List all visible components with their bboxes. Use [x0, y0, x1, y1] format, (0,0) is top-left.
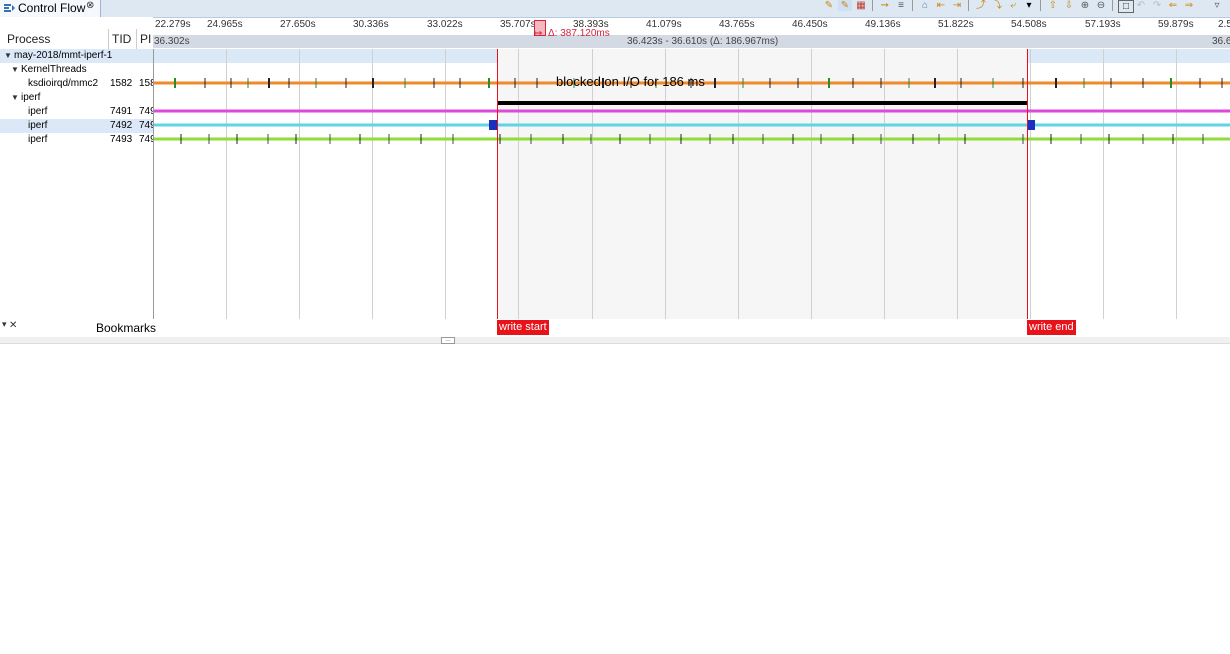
process-name: iperf [28, 134, 48, 145]
timegraph-svg [153, 49, 1230, 319]
tick-label: 35.707s [500, 19, 536, 30]
control-flow-view: Control Flow ⊗ ✎ ✎ ▦ ➙ ≡ ⌂ ⇤ ⇥ ⤴ ⤵ ⤶ ▾ ⇧… [0, 0, 1230, 345]
tab-control-flow[interactable]: Control Flow ⊗ [0, 0, 101, 17]
sash-handle[interactable]: … [441, 337, 455, 344]
delta-label: Δ: 387.120ms [548, 28, 610, 39]
tid-cell: 7493 [110, 134, 133, 145]
arrow-up-icon[interactable]: ⇧ [1046, 0, 1060, 11]
view-toolbar: ✎ ✎ ▦ ➙ ≡ ⌂ ⇤ ⇥ ⤴ ⤵ ⤶ ▾ ⇧ ⇩ ⊕ ⊖ □ ↶ ↷ ⇐ … [818, 0, 1230, 13]
close-icon[interactable]: ✕ [9, 320, 17, 331]
tree-row[interactable]: ▼ may-2018/mmt-iperf-1 [0, 49, 153, 63]
column-pid[interactable]: PID [140, 32, 152, 46]
tick-label: 57.193s [1085, 19, 1121, 30]
zoom-out-icon[interactable]: ⊖ [1094, 0, 1108, 11]
tick-label: 51.822s [938, 19, 974, 30]
process-name: KernelThreads [21, 64, 87, 75]
process-name: iperf [28, 106, 48, 117]
bookmark-previous-icon[interactable]: ⇐ [1166, 0, 1180, 11]
tid-cell: 7491 [110, 106, 133, 117]
process-name: may-2018/mmt-iperf-1 [14, 50, 113, 61]
optimize-icon[interactable]: ✎ [838, 0, 852, 11]
annotation-text: blocked on I/O for 186 ms [556, 74, 705, 89]
forward-icon[interactable]: ↷ [1150, 0, 1164, 11]
tick-label: 59.879s [1158, 19, 1194, 30]
back-icon[interactable]: ↶ [1134, 0, 1148, 11]
pid-cell: 1582 [139, 78, 153, 89]
view-sash[interactable]: … [0, 337, 1230, 344]
previous-event-icon[interactable]: ⇤ [934, 0, 948, 11]
pid-cell: 7491 [139, 106, 153, 117]
view-menu-icon[interactable]: ▿ [1210, 0, 1224, 11]
tick-label: 22.279s [155, 19, 191, 30]
tree-row[interactable]: ksdioirqd/mmc2 1582 1582 [0, 77, 153, 91]
expand-toggle-icon[interactable]: ▼ [4, 49, 12, 63]
tick-label: 54.508s [1011, 19, 1047, 30]
expand-toggle-icon[interactable]: ▼ [11, 91, 19, 105]
tab-label: Control Flow [18, 1, 86, 15]
show-arrows-icon[interactable]: ➙ [878, 0, 892, 11]
expand-toggle-icon[interactable]: ▼ [11, 63, 19, 77]
tid-cell: 7492 [110, 120, 133, 131]
control-flow-icon [4, 4, 15, 12]
tick-label: 33.022s [427, 19, 463, 30]
marker-write-start[interactable]: write start [497, 320, 549, 335]
column-tid[interactable]: TID [112, 32, 131, 46]
pid-cell: 7492 [139, 120, 153, 131]
time-range-strip[interactable]: 36.302s 36.423s - 36.610s (Δ: 186.967ms)… [153, 35, 1230, 48]
select-previous-icon[interactable]: ⤴ [974, 0, 988, 11]
bookmarks-label: Bookmarks [96, 321, 157, 335]
process-name: ksdioirqd/mmc2 [28, 78, 99, 89]
reset-scale-icon[interactable]: ⌂ [918, 0, 932, 11]
pin-view-icon[interactable]: □ [1118, 0, 1134, 13]
chevron-down-icon[interactable]: ▾ [2, 319, 7, 330]
filter-icon[interactable]: ▦ [854, 0, 868, 11]
tick-label: 2.56 [1218, 19, 1230, 30]
tick-label: 41.079s [646, 19, 682, 30]
selection-range-label: 36.423s - 36.610s (Δ: 186.967ms) [627, 36, 779, 47]
selection-region [497, 49, 1027, 319]
bookmark-next-icon[interactable]: ⇒ [1182, 0, 1196, 11]
hide-icon[interactable]: ≡ [894, 0, 908, 11]
view-tab-bar: Control Flow ⊗ ✎ ✎ ▦ ➙ ≡ ⌂ ⇤ ⇥ ⤴ ⤵ ⤶ ▾ ⇧… [0, 0, 1230, 18]
chevron-down-icon[interactable]: ▾ [1022, 0, 1036, 11]
follow-icon[interactable]: ⤶ [1006, 0, 1020, 11]
tick-label: 24.965s [207, 19, 243, 30]
tree-header: Process TID PID [0, 17, 153, 49]
marker-write-end[interactable]: write end [1027, 320, 1076, 335]
tick-label: 27.650s [280, 19, 316, 30]
tid-cell: 1582 [110, 78, 133, 89]
delta-arrow-icon: ↦ [534, 28, 543, 39]
blocked-state-block [1027, 120, 1035, 130]
legend-icon[interactable]: ✎ [822, 0, 836, 11]
column-process[interactable]: Process [7, 32, 50, 46]
tick-label: 43.765s [719, 19, 755, 30]
tick-label: 30.336s [353, 19, 389, 30]
zoom-in-icon[interactable]: ⊕ [1078, 0, 1092, 11]
tick-label: 46.450s [792, 19, 828, 30]
process-name: iperf [21, 92, 41, 103]
close-icon[interactable]: ⊗ [86, 0, 94, 11]
tree-row[interactable]: iperf 7492 7492 [0, 119, 153, 133]
select-next-icon[interactable]: ⤵ [990, 0, 1004, 11]
tick-label: 49.136s [865, 19, 901, 30]
next-event-icon[interactable]: ⇥ [950, 0, 964, 11]
arrow-down-icon[interactable]: ⇩ [1062, 0, 1076, 11]
range-end-label: 36.6 [1212, 36, 1230, 47]
tree-row[interactable]: ▼ iperf [0, 91, 153, 105]
blocked-state-block [489, 120, 497, 130]
range-start-label: 36.302s [154, 36, 190, 47]
tree-row[interactable]: iperf 7491 7491 [0, 105, 153, 119]
timegraph-canvas[interactable]: blocked on I/O for 186 ms [153, 49, 1230, 319]
process-name: iperf [28, 120, 48, 131]
tree-row[interactable]: iperf 7493 7493 [0, 133, 153, 147]
bookmarks-bar: ▾ ✕ Bookmarks write start write end [0, 319, 1230, 338]
pid-cell: 7493 [139, 134, 153, 145]
tree-row[interactable]: ▼ KernelThreads [0, 63, 153, 77]
